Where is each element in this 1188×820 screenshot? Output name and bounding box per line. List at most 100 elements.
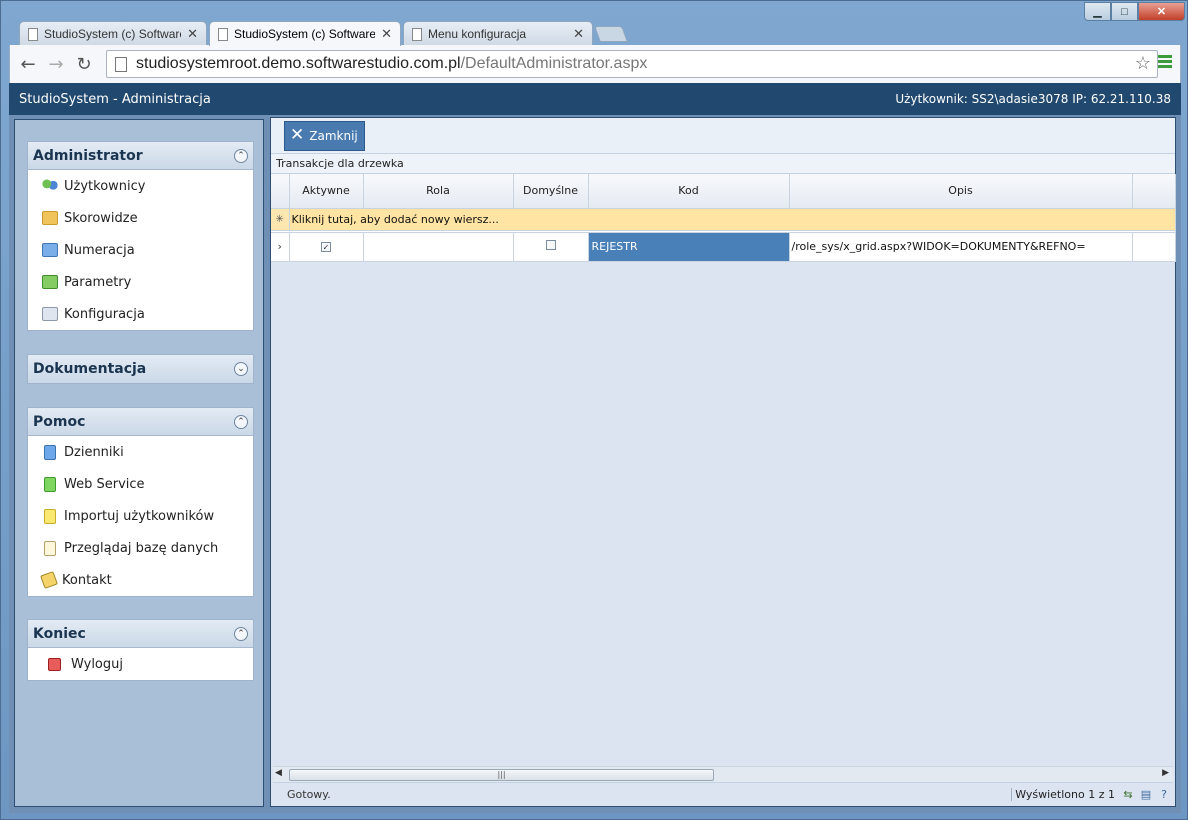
app-title: StudioSystem - Administracja	[19, 91, 211, 107]
sidebar-item-label: Wyloguj	[71, 656, 123, 672]
url-path: /DefaultAdministrator.aspx	[460, 55, 648, 72]
sidebar-item-numeracja[interactable]: Numeracja	[28, 234, 253, 266]
sidebar-item-skorowidze[interactable]: Skorowidze	[28, 202, 253, 234]
page-icon	[115, 56, 127, 72]
panel-dokumentacja: Dokumentacja ⌄	[27, 354, 254, 384]
cell-kod[interactable]: REJESTR	[588, 232, 790, 262]
panel-administrator: Administrator ⌃ Użytkownicy Skorowidze N…	[27, 141, 254, 331]
column-header-domyslne[interactable]: Domyślne	[513, 174, 589, 209]
sidebar-item-web-service[interactable]: Web Service	[28, 468, 253, 500]
page-icon	[412, 27, 422, 41]
new-tab-button[interactable]	[594, 26, 628, 42]
refresh-icon[interactable]: ⇆	[1119, 788, 1137, 801]
help-icon[interactable]: ?	[1155, 788, 1173, 801]
minimize-button[interactable]: ▁	[1084, 2, 1111, 21]
browser-tab-3[interactable]: Menu konfiguracja ✕	[403, 21, 593, 46]
user-info: Użytkownik: SS2\adasie3078 IP: 62.21.110…	[895, 92, 1171, 106]
sidebar-item-label: Przeglądaj bazę danych	[64, 540, 219, 556]
document-icon	[44, 444, 56, 460]
address-bar[interactable]: studiosystemroot.demo.softwarestudio.com…	[106, 50, 1158, 78]
folder-icon	[42, 211, 58, 225]
sidebar-item-importuj-uzytkownikow[interactable]: Importuj użytkowników	[28, 500, 253, 532]
export-icon[interactable]: ▤	[1137, 788, 1155, 801]
grid-caption: Transakcje dla drzewka	[271, 154, 1175, 174]
tab-label: StudioSystem (c) Software	[44, 27, 182, 41]
cell-aktywne[interactable]: ✓	[289, 232, 364, 262]
sidebar-item-label: Web Service	[64, 476, 145, 492]
panel-header-koniec[interactable]: Koniec ⌃	[28, 620, 253, 648]
sidebar-item-kontakt[interactable]: Kontakt	[28, 564, 253, 596]
sidebar-item-konfiguracja[interactable]: Konfiguracja	[28, 298, 253, 330]
reload-icon[interactable]: ↻	[70, 54, 98, 75]
scroll-right-icon[interactable]: ▶	[1162, 768, 1169, 778]
cell-opis[interactable]: /role_sys/x_grid.aspx?WIDOK=DOKUMENTY&RE…	[789, 232, 1133, 262]
sidebar-item-wyloguj[interactable]: Wyloguj	[28, 648, 253, 680]
grid-header-row: Aktywne Rola Domyślne Kod Opis	[271, 174, 1176, 209]
new-row-asterisk-icon: ✳	[271, 208, 290, 231]
grid-status-bar: Gotowy. Wyświetlono 1 z 1 ⇆ ▤ ?	[273, 782, 1173, 806]
cell-filler	[1132, 232, 1176, 262]
sidebar-item-parametry[interactable]: Parametry	[28, 266, 253, 298]
browser-tab-1[interactable]: StudioSystem (c) Software ✕	[19, 21, 207, 46]
close-button-label: Zamknij	[309, 128, 358, 143]
content-toolbar: ✕ Zamknij	[271, 118, 1175, 154]
logout-icon	[48, 657, 61, 671]
close-window-button[interactable]: ✕	[1138, 2, 1185, 21]
url-host: studiosystemroot.demo.softwarestudio.com…	[136, 55, 461, 72]
collapse-up-icon[interactable]: ⌃	[234, 626, 248, 641]
panel-header-dokumentacja[interactable]: Dokumentacja ⌄	[28, 355, 253, 383]
column-header-opis[interactable]: Opis	[789, 174, 1133, 209]
column-header-rola[interactable]: Rola	[363, 174, 514, 209]
close-tab-icon[interactable]: ✕	[573, 26, 584, 42]
sidebar-item-dzienniki[interactable]: Dzienniki	[28, 436, 253, 468]
row-indicator-icon[interactable]: ›	[271, 232, 290, 262]
menu-icon[interactable]	[1158, 55, 1172, 70]
column-header-kod[interactable]: Kod	[588, 174, 790, 209]
panel-title: Dokumentacja	[33, 361, 147, 377]
sidebar-item-uzytkownicy[interactable]: Użytkownicy	[28, 170, 253, 202]
app-header: StudioSystem - Administracja Użytkownik:…	[9, 83, 1181, 115]
panel-title: Administrator	[33, 147, 143, 164]
sidebar-item-label: Parametry	[64, 274, 132, 290]
aktywne-checkbox[interactable]: ✓	[321, 242, 331, 252]
tab-strip: StudioSystem (c) Software ✕ StudioSystem…	[1, 1, 1188, 46]
maximize-button[interactable]: □	[1111, 2, 1138, 21]
add-new-row[interactable]: ✳ Kliknij tutaj, aby dodać nowy wiersz..…	[271, 208, 1176, 231]
content-panel: ✕ Zamknij Transakcje dla drzewka Aktywne…	[270, 117, 1176, 807]
panel-title: Pomoc	[33, 413, 86, 430]
horizontal-scrollbar[interactable]: ◀ ||| ▶	[273, 766, 1173, 782]
folder-icon	[42, 275, 58, 289]
browser-tab-2[interactable]: StudioSystem (c) Software ✕	[209, 21, 401, 46]
scroll-left-icon[interactable]: ◀	[275, 768, 282, 778]
back-arrow-icon[interactable]: ←	[14, 54, 42, 75]
add-row-text[interactable]: Kliknij tutaj, aby dodać nowy wiersz...	[289, 208, 1176, 231]
tab-label: Menu konfiguracja	[428, 27, 527, 41]
column-header-aktywne[interactable]: Aktywne	[289, 174, 364, 209]
page-icon	[218, 27, 228, 41]
record-count: Wyświetlono 1 z 1	[1011, 788, 1119, 801]
panel-header-pomoc[interactable]: Pomoc ⌃	[28, 408, 253, 436]
document-icon	[44, 508, 56, 524]
panel-koniec: Koniec ⌃ Wyloguj	[27, 619, 254, 681]
collapse-up-icon[interactable]: ⌃	[234, 414, 248, 429]
domyslne-checkbox[interactable]	[545, 240, 556, 250]
filler-header	[1132, 174, 1176, 209]
bookmark-star-icon[interactable]: ☆	[1135, 53, 1151, 74]
cell-rola[interactable]	[363, 232, 514, 262]
forward-arrow-icon[interactable]: →	[42, 54, 70, 75]
collapse-up-icon[interactable]: ⌃	[234, 148, 248, 163]
close-tab-icon[interactable]: ✕	[381, 26, 392, 42]
folder-icon	[42, 307, 58, 321]
close-button[interactable]: ✕ Zamknij	[284, 120, 365, 151]
users-icon	[42, 179, 58, 193]
table-row[interactable]: › ✓ REJESTR /role_sys/x_grid.aspx?WIDOK=…	[271, 232, 1176, 262]
close-tab-icon[interactable]: ✕	[187, 26, 198, 42]
contact-icon	[40, 571, 58, 589]
panel-header-administrator[interactable]: Administrator ⌃	[28, 142, 253, 170]
sidebar-item-label: Dzienniki	[64, 444, 124, 460]
scrollbar-thumb[interactable]: |||	[289, 769, 714, 781]
sidebar-item-przegladaj-baze[interactable]: Przeglądaj bazę danych	[28, 532, 253, 564]
expand-down-icon[interactable]: ⌄	[234, 362, 248, 376]
cell-domyslne[interactable]	[513, 232, 589, 262]
panel-pomoc: Pomoc ⌃ Dzienniki Web Service Importuj u…	[27, 407, 254, 597]
